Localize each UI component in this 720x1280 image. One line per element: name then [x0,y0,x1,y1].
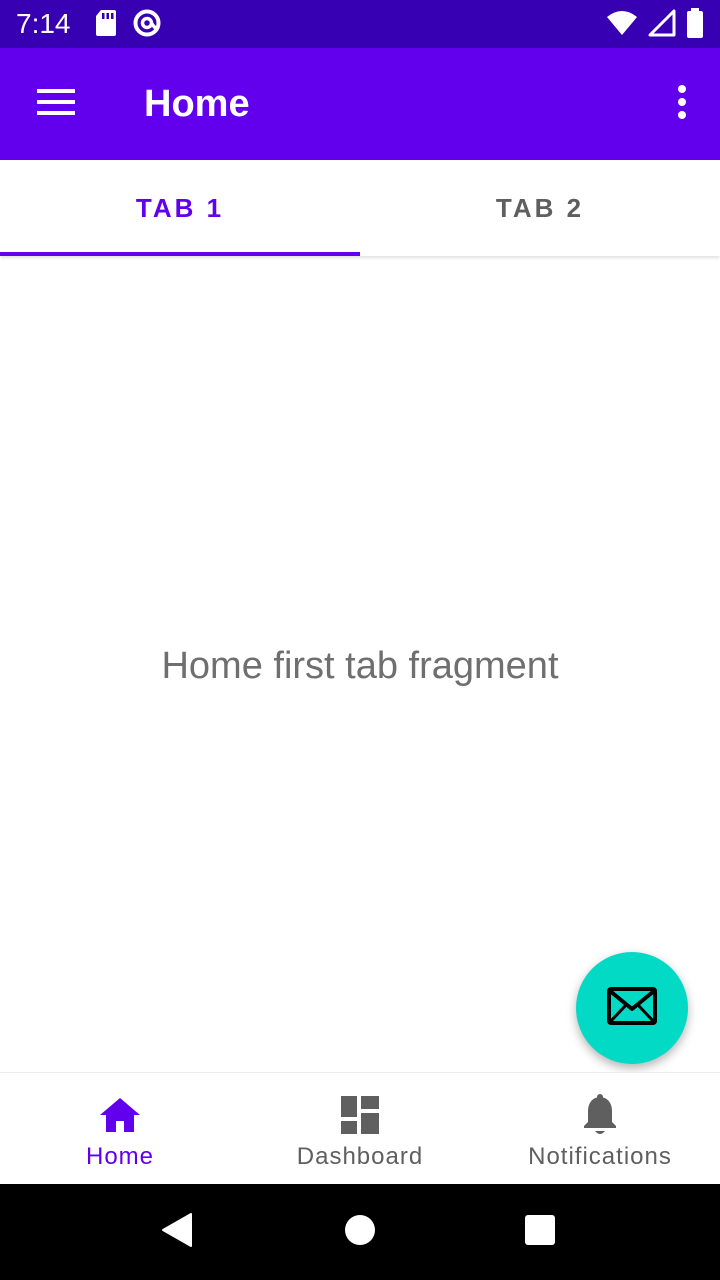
tab-1[interactable]: TAB 1 [0,160,360,256]
status-time: 7:14 [16,8,71,39]
home-circle-icon [344,1214,376,1251]
hamburger-menu-icon [37,88,75,121]
wifi-icon [606,9,638,42]
signal-icon [648,9,676,42]
system-back-button[interactable] [154,1208,202,1256]
bottom-nav-notifications-label: Notifications [528,1143,672,1170]
battery-icon [686,8,704,43]
status-bar: 7:14 [0,0,720,48]
back-icon [161,1212,195,1253]
bottom-nav-dashboard-label: Dashboard [296,1143,424,1170]
tab-indicator [0,252,360,256]
bottom-nav-notifications[interactable]: Notifications [480,1073,720,1185]
tab-2[interactable]: TAB 2 [360,160,720,256]
dashboard-icon [240,1093,480,1137]
home-icon [0,1093,240,1137]
bottom-navigation: Home Dashboard Notifications [0,1072,720,1184]
compose-mail-fab[interactable] [576,952,688,1064]
more-vert-icon [677,84,687,124]
at-sign-icon [132,8,162,43]
menu-button[interactable] [22,82,90,126]
status-right-icons [606,8,704,43]
system-home-button[interactable] [336,1208,384,1256]
overflow-menu-button[interactable] [662,78,702,130]
sd-card-icon [94,8,118,43]
system-navigation-bar [0,1184,720,1280]
system-recents-button[interactable] [516,1208,564,1256]
fragment-message: Home first tab fragment [161,645,559,687]
bottom-nav-dashboard[interactable]: Dashboard [240,1073,480,1185]
app-bar: Home [0,48,720,160]
bell-icon [480,1093,720,1137]
status-left-icons [94,8,162,43]
recents-icon [525,1214,555,1250]
bottom-nav-home-label: Home [85,1143,155,1170]
page-title: Home [144,83,250,125]
bottom-nav-home[interactable]: Home [0,1073,240,1185]
mail-icon [607,986,657,1030]
tab-bar: TAB 1 TAB 2 [0,160,720,256]
